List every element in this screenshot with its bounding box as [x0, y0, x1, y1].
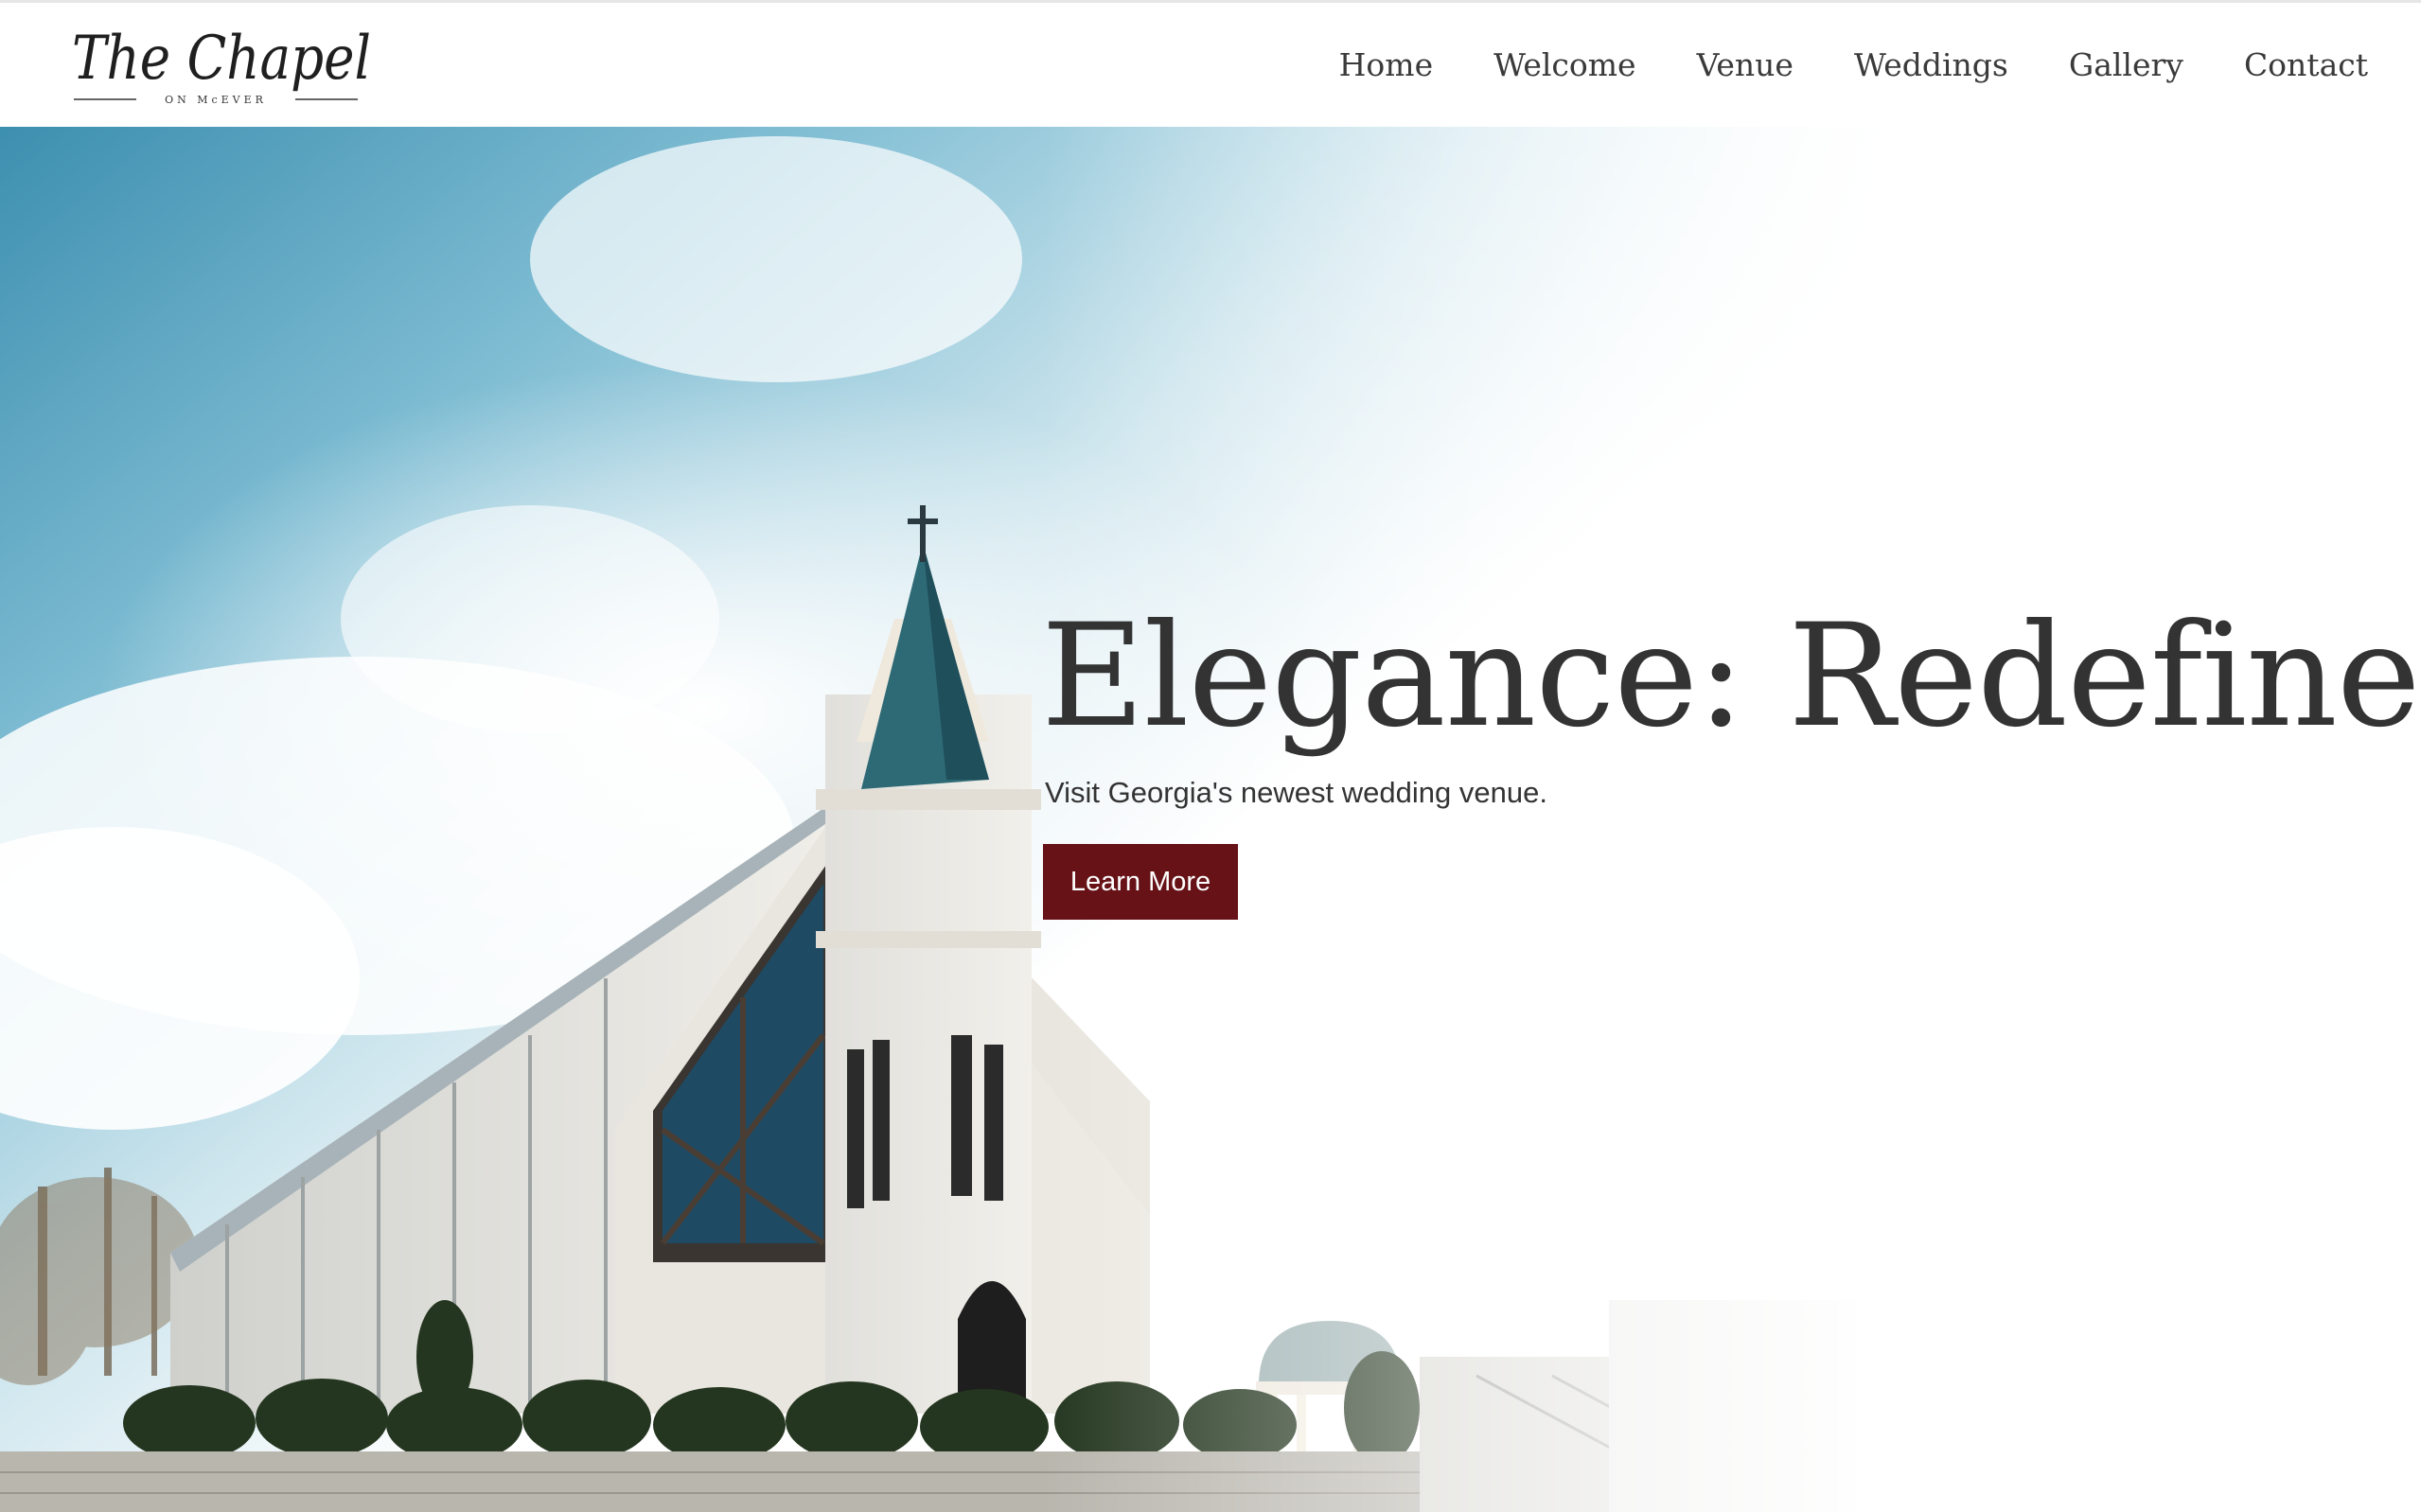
- nav-weddings[interactable]: Weddings: [1824, 39, 2039, 91]
- logo-mark: The Chapel ON McEVER: [72, 24, 371, 106]
- nav-welcome[interactable]: Welcome: [1463, 39, 1666, 91]
- chapel-hero-image: [0, 127, 2421, 1512]
- logo-tagline: ON McEVER: [165, 94, 267, 106]
- main-nav: Home Welcome Venue Weddings Gallery Cont…: [1309, 39, 2368, 91]
- nav-contact[interactable]: Contact: [2214, 39, 2368, 91]
- hero-title: Elegance: Redefined: [1041, 594, 2421, 759]
- nav-home[interactable]: Home: [1309, 39, 1463, 91]
- nav-venue[interactable]: Venue: [1667, 39, 1824, 91]
- learn-more-button[interactable]: Learn More: [1043, 844, 1238, 920]
- site-logo[interactable]: The Chapel ON McEVER: [68, 20, 380, 111]
- site-header: The Chapel ON McEVER Home Welcome Venue …: [0, 0, 2421, 127]
- hero-subtitle: Visit Georgia's newest wedding venue.: [1045, 776, 1547, 809]
- page: The Chapel ON McEVER Home Welcome Venue …: [0, 0, 2421, 1512]
- logo-script: The Chapel: [72, 24, 371, 94]
- hero: Elegance: Redefined Visit Georgia's newe…: [0, 127, 2421, 1512]
- nav-gallery[interactable]: Gallery: [2039, 39, 2214, 91]
